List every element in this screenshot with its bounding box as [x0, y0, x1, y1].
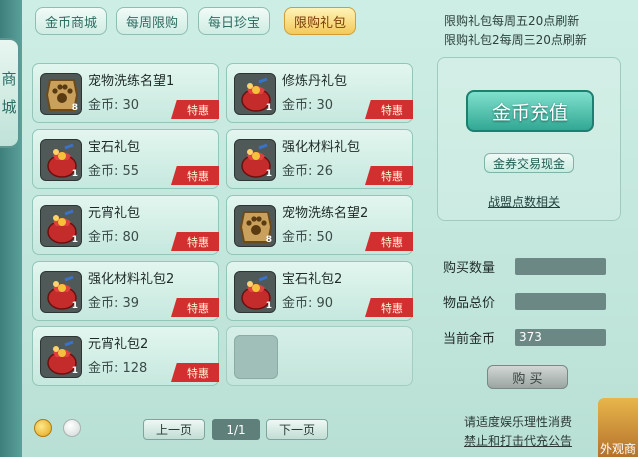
voucher-exchange-button[interactable]: 金券交易现金 [484, 153, 574, 173]
special-offer-badge: 特惠 [365, 298, 413, 317]
refresh-notice-2: 限购礼包2每周三20点刷新 [444, 33, 587, 47]
gift-bag-icon: 1 [234, 139, 276, 181]
item-count: 1 [71, 169, 78, 179]
item-price: 金币: 55 [88, 164, 140, 179]
item-price: 金币: 30 [282, 98, 334, 113]
field-label-total-price: 物品总价 [443, 296, 496, 311]
item-name: 强化材料礼包 [282, 140, 361, 155]
moderation-notice: 请适度娱乐理性消费 [464, 415, 573, 429]
anti-proxy-topup-link[interactable]: 禁止和打击代充公告 [464, 432, 572, 449]
item-price: 金币: 90 [282, 296, 334, 311]
special-offer-badge: 特惠 [171, 166, 219, 185]
paw-badge-icon: 8 [40, 73, 82, 115]
item-price: 金币: 26 [282, 164, 334, 179]
item-name: 强化材料礼包2 [88, 272, 175, 287]
gift-bag-icon: 1 [40, 336, 82, 378]
item-card[interactable]: 1 元宵礼包2 金币: 128 特惠 [32, 326, 219, 386]
item-price: 金币: 128 [88, 361, 148, 376]
item-price: 金币: 80 [88, 230, 140, 245]
tab-gold-shop[interactable]: 金币商城 [35, 7, 107, 35]
item-count: 1 [71, 301, 78, 311]
item-card[interactable]: 1 修炼丹礼包金币: 30 特惠 [226, 63, 413, 123]
special-offer-badge: 特惠 [171, 298, 219, 317]
item-price: 金币: 39 [88, 296, 140, 311]
alliance-points-link[interactable]: 战盟点数相关 [488, 193, 560, 210]
empty-icon-slot [234, 335, 278, 379]
item-count: 1 [71, 235, 78, 245]
refresh-notice-1: 限购礼包每周五20点刷新 [444, 14, 580, 28]
gold-recharge-button[interactable]: 金币充值 [466, 90, 594, 132]
item-card[interactable]: 1 强化材料礼包2 金币: 39 特惠 [32, 261, 219, 321]
special-offer-badge: 特惠 [171, 363, 219, 382]
item-name: 宠物洗练名望2 [282, 206, 369, 221]
appearance-shop-label: 外观商 [600, 442, 637, 456]
field-label-current-gold: 当前金币 [443, 332, 496, 347]
buy-button[interactable]: 购 买 [487, 365, 568, 389]
item-count: 1 [71, 366, 78, 376]
pearl-icon[interactable] [63, 419, 81, 437]
special-offer-badge: 特惠 [365, 100, 413, 119]
shop-side-tab[interactable]: 商 城 [0, 38, 20, 148]
item-count: 1 [265, 301, 272, 311]
field-label-quantity: 购买数量 [443, 261, 496, 276]
gift-bag-icon: 1 [234, 271, 276, 313]
gift-bag-icon: 1 [40, 139, 82, 181]
item-price: 金币: 50 [282, 230, 334, 245]
special-offer-badge: 特惠 [365, 232, 413, 251]
item-count: 1 [265, 103, 272, 113]
quantity-field[interactable] [515, 258, 606, 275]
side-tab-char: 商 [1, 70, 17, 88]
special-offer-badge: 特惠 [171, 100, 219, 119]
item-price: 金币: 30 [88, 98, 140, 113]
item-name: 宠物洗练名望1 [88, 74, 175, 89]
special-offer-badge: 特惠 [365, 166, 413, 185]
empty-item-slot [226, 326, 413, 386]
item-card[interactable]: 1 宝石礼包金币: 55 特惠 [32, 129, 219, 189]
item-name: 宝石礼包2 [282, 272, 343, 287]
gift-bag-icon: 1 [40, 271, 82, 313]
item-card[interactable]: 1 宝石礼包2 金币: 90 特惠 [226, 261, 413, 321]
item-card[interactable]: 8 宠物洗练名望1 金币: 30 特惠 [32, 63, 219, 123]
special-offer-badge: 特惠 [171, 232, 219, 251]
tab-weekly-limited[interactable]: 每周限购 [116, 7, 188, 35]
item-card[interactable]: 1 强化材料礼包 金币: 26 特惠 [226, 129, 413, 189]
item-count: 1 [265, 169, 272, 179]
page-indicator: 1/1 [212, 419, 260, 440]
item-count: 8 [71, 103, 78, 113]
item-name: 宝石礼包 [88, 140, 141, 155]
item-name: 修炼丹礼包 [282, 74, 348, 89]
tab-daily-treasure[interactable]: 每日珍宝 [198, 7, 270, 35]
paw-badge-icon: 8 [234, 205, 276, 247]
item-name: 元宵礼包2 [88, 337, 149, 352]
total-price-field [515, 293, 606, 310]
item-name: 元宵礼包 [88, 206, 141, 221]
gift-bag-icon: 1 [40, 205, 82, 247]
magnifier-icon[interactable] [34, 419, 52, 437]
item-count: 8 [265, 235, 272, 245]
side-tab-char: 城 [1, 98, 17, 116]
item-card[interactable]: 8 宠物洗练名望2 金币: 50 特惠 [226, 195, 413, 255]
current-gold-field: 373 [515, 329, 606, 346]
gift-bag-icon: 1 [234, 73, 276, 115]
tab-limited-packs[interactable]: 限购礼包 [284, 7, 356, 35]
item-card[interactable]: 1 元宵礼包金币: 80 特惠 [32, 195, 219, 255]
prev-page-button[interactable]: 上一页 [143, 419, 205, 440]
next-page-button[interactable]: 下一页 [266, 419, 328, 440]
